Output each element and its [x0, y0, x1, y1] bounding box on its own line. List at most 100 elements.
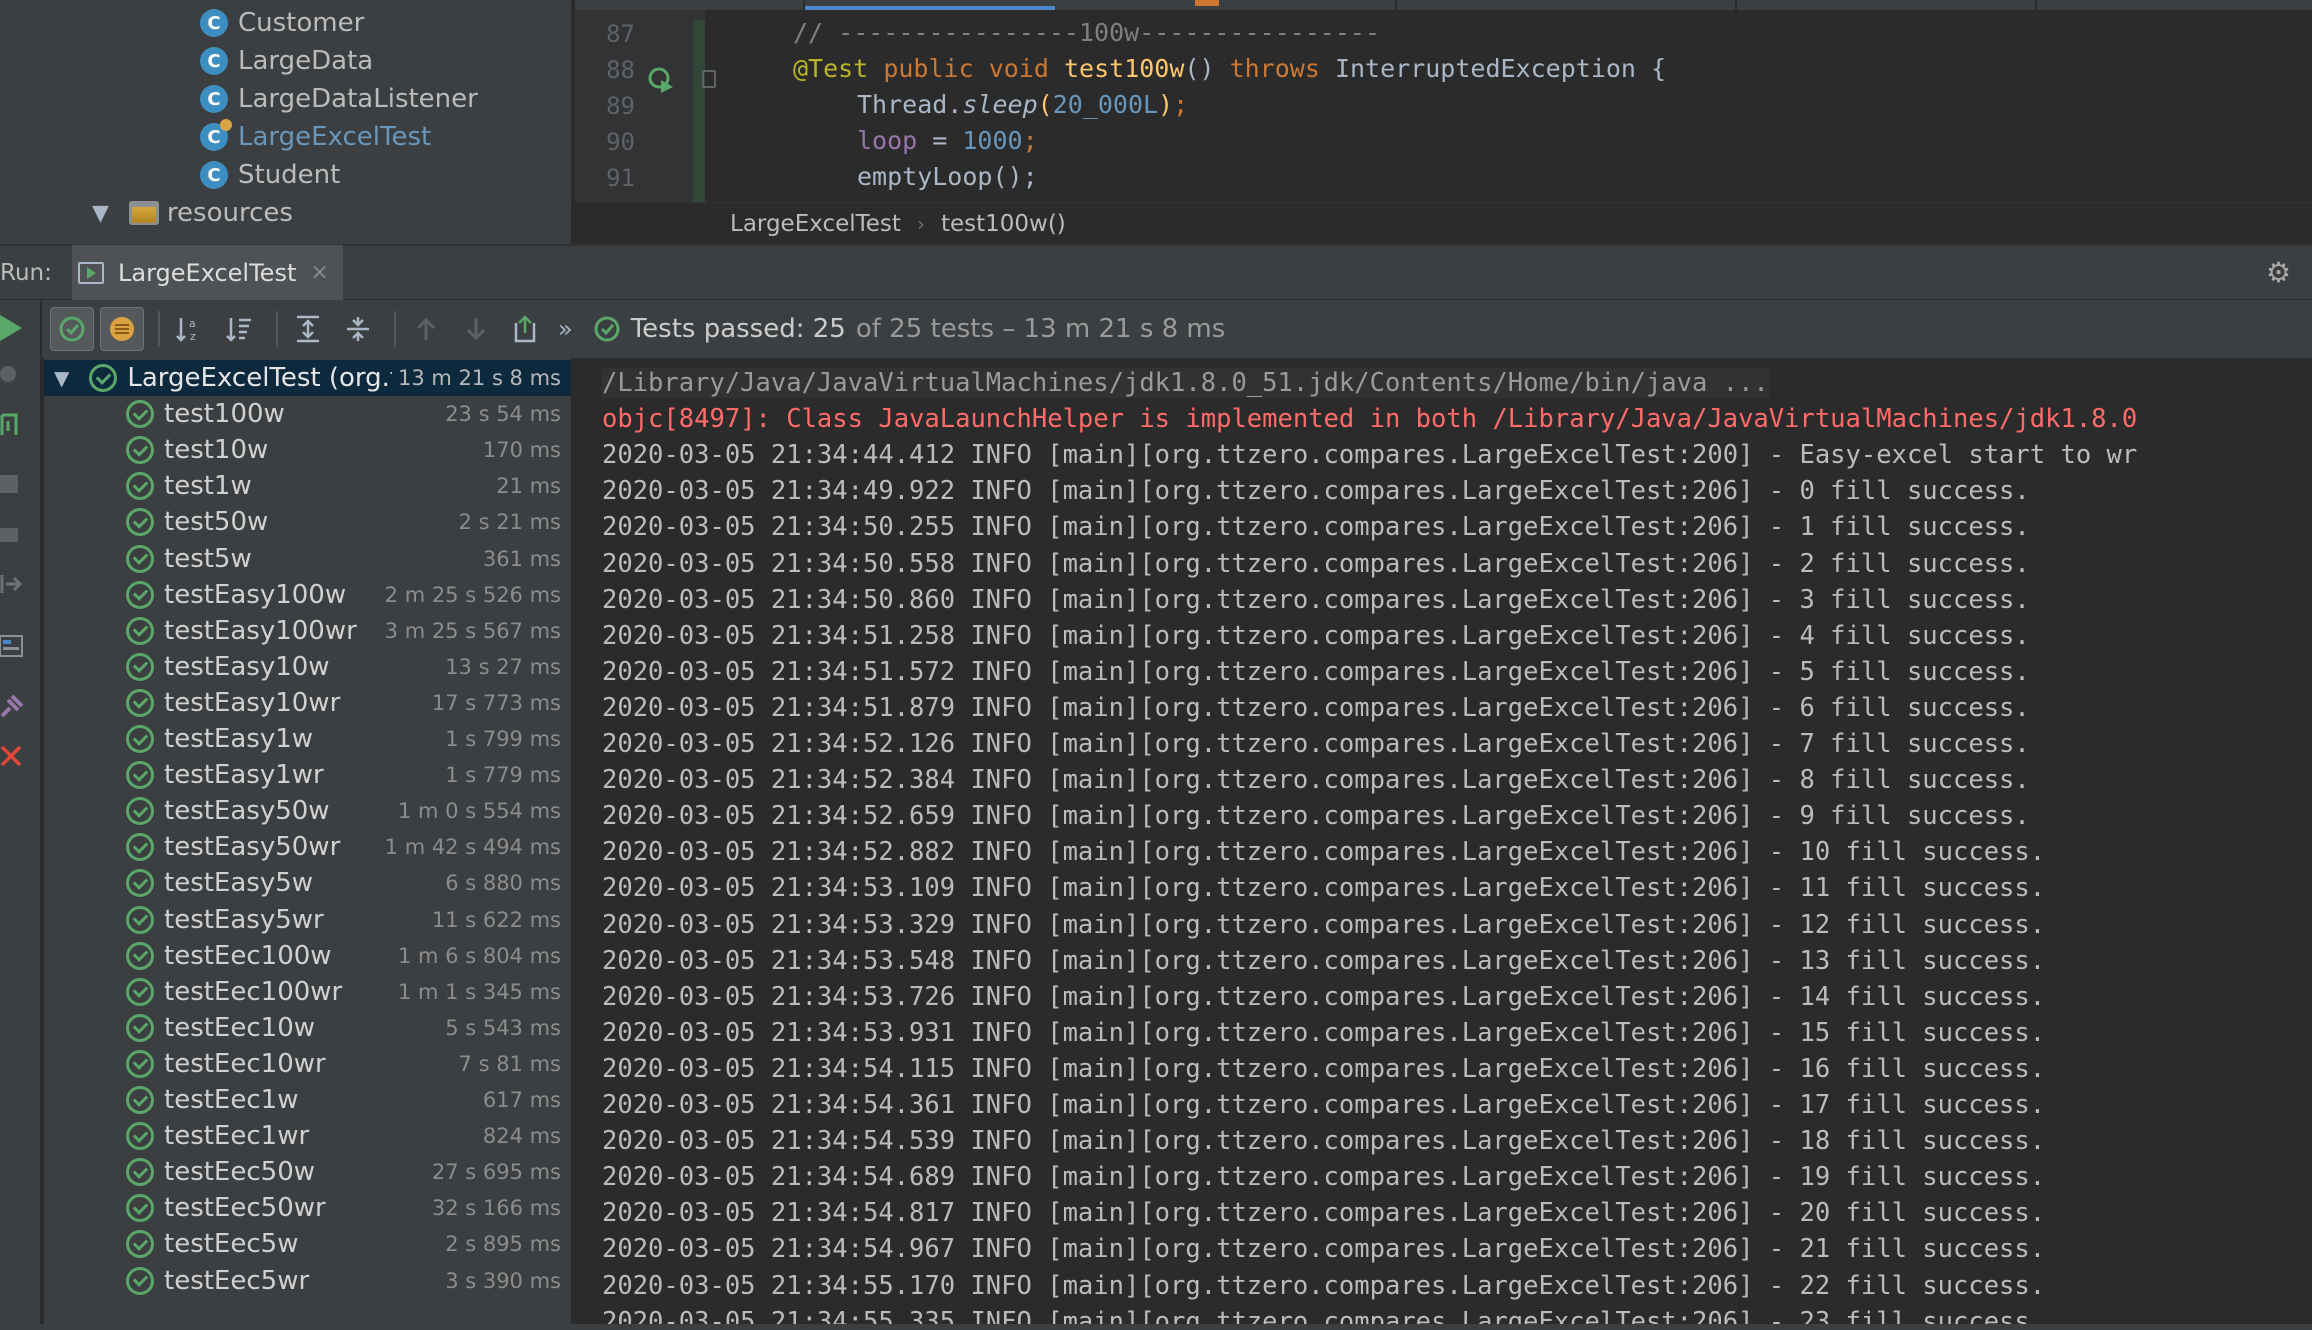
code-paren: ( — [1037, 90, 1053, 119]
rerun-failed-button[interactable] — [0, 354, 42, 394]
test-passed-icon — [126, 580, 154, 609]
class-icon: C — [200, 161, 228, 189]
test-row[interactable]: test1w 21 ms — [44, 468, 571, 504]
toggle-auto-test-button[interactable] — [0, 404, 42, 444]
test-row[interactable]: testEasy5wr 11 s 622 ms — [44, 902, 571, 938]
test-row[interactable]: testEasy50w 1 m 0 s 554 ms — [44, 793, 571, 829]
test-passed-icon — [126, 797, 154, 826]
tree-item-resources[interactable]: ▼ resources — [92, 194, 293, 232]
run-test-gutter-icon[interactable] — [647, 66, 675, 94]
test-name: testEasy10w — [164, 651, 330, 682]
test-name: testEec5w — [164, 1229, 299, 1260]
test-name: testEasy50wr — [164, 832, 341, 863]
close-icon[interactable]: × — [310, 260, 328, 285]
line-number: 91 — [606, 164, 635, 192]
tree-item-student[interactable]: C Student — [200, 156, 340, 194]
test-row[interactable]: test100w 23 s 54 ms — [44, 396, 571, 432]
test-passed-icon — [126, 544, 154, 573]
collapse-all-button[interactable] — [336, 307, 380, 351]
show-ignored-button[interactable] — [100, 307, 144, 351]
test-row[interactable]: testEec100wr 1 m 1 s 345 ms — [44, 974, 571, 1010]
tree-item-customer[interactable]: C Customer — [200, 4, 364, 42]
console-line: 2020-03-05 21:34:53.109 INFO [main][org.… — [602, 873, 2046, 904]
exit-button[interactable] — [0, 564, 42, 604]
line-number: 89 — [606, 92, 635, 120]
test-name: testEec100wr — [164, 976, 343, 1007]
test-suite-row[interactable]: ▼ LargeExcelTest (org.ttz 13 m 21 s 8 ms — [44, 360, 571, 396]
test-row[interactable]: test10w 170 ms — [44, 432, 571, 468]
test-row[interactable]: testEec1w 617 ms — [44, 1082, 571, 1118]
test-row[interactable]: testEasy1w 1 s 799 ms — [44, 721, 571, 757]
tree-item-label: LargeExcelTest — [238, 122, 432, 152]
rerun-button[interactable] — [0, 308, 42, 348]
tree-item-largedata[interactable]: C LargeData — [200, 42, 373, 80]
test-row[interactable]: testEec5wr 3 s 390 ms — [44, 1263, 571, 1299]
stop-button[interactable] — [0, 464, 42, 504]
test-name: testEec10wr — [164, 1048, 326, 1079]
show-passed-button[interactable] — [50, 307, 94, 351]
test-passed-icon — [126, 1122, 154, 1151]
test-row[interactable]: testEasy100w 2 m 25 s 526 ms — [44, 577, 571, 613]
breadcrumb-class[interactable]: LargeExcelTest — [730, 211, 901, 237]
svg-text:z: z — [190, 330, 196, 343]
code-semicolon: ; — [1173, 90, 1189, 119]
tree-item-largeexceltest[interactable]: C LargeExcelTest — [200, 118, 431, 156]
test-row[interactable]: testEec50wr 32 s 166 ms — [44, 1190, 571, 1226]
gear-icon[interactable]: ⚙ — [2266, 258, 2300, 288]
test-row[interactable]: test5w 361 ms — [44, 541, 571, 577]
code-keyword: void — [988, 54, 1049, 83]
expand-all-button[interactable] — [286, 307, 330, 351]
tree-item-largedatalistener[interactable]: C LargeDataListener — [200, 80, 478, 118]
test-row[interactable]: testEasy1wr 1 s 779 ms — [44, 757, 571, 793]
code-paren: ) — [1158, 90, 1174, 119]
test-row[interactable]: testEec100w 1 m 6 s 804 ms — [44, 938, 571, 974]
test-row[interactable]: testEasy100wr 3 m 25 s 567 ms — [44, 613, 571, 649]
pin-tab-button[interactable] — [0, 686, 42, 726]
test-row[interactable]: testEec1wr 824 ms — [44, 1118, 571, 1154]
test-name: test50w — [164, 507, 269, 538]
console-line: 2020-03-05 21:34:51.879 INFO [main][org.… — [602, 692, 2030, 723]
export-results-button[interactable] — [504, 307, 548, 351]
breadcrumb-method[interactable]: test100w() — [941, 211, 1066, 237]
resources-folder-icon — [128, 201, 159, 225]
test-row[interactable]: testEec5w 2 s 895 ms — [44, 1226, 571, 1262]
close-run-button[interactable] — [0, 736, 42, 776]
next-failed-button[interactable] — [454, 307, 498, 351]
test-suite-name: LargeExcelTest (org.ttz — [127, 363, 424, 393]
collapse-arrow-icon[interactable]: ▼ — [54, 366, 69, 390]
test-duration: 5 s 543 ms — [445, 1015, 561, 1040]
run-config-icon — [78, 261, 104, 284]
code-text: emptyLoop(); — [857, 162, 1038, 191]
previous-failed-button[interactable] — [404, 307, 448, 351]
code-editor[interactable]: 87 88 89 90 91 // ----------------100w--… — [575, 0, 2312, 244]
class-icon: C — [200, 47, 228, 75]
project-tree-pane: C Customer C LargeData C LargeDataListen… — [0, 0, 573, 244]
test-row[interactable]: testEasy50wr 1 m 42 s 494 ms — [44, 829, 571, 865]
expand-arrow-icon[interactable]: ▼ — [92, 201, 109, 226]
run-tab-title: LargeExcelTest — [118, 258, 297, 287]
test-row[interactable]: testEec10w 5 s 543 ms — [44, 1010, 571, 1046]
fold-icon[interactable] — [702, 70, 716, 88]
test-passed-icon — [126, 941, 154, 970]
more-actions-chevron[interactable]: » — [558, 315, 573, 343]
code-annotation: @Test — [793, 54, 869, 83]
run-config-tab[interactable]: LargeExcelTest × — [72, 244, 343, 301]
test-row[interactable]: testEec50w 27 s 695 ms — [44, 1154, 571, 1190]
dump-threads-button[interactable] — [0, 514, 42, 554]
sort-by-duration-button[interactable] — [218, 307, 262, 351]
test-row[interactable]: test50w 2 s 21 ms — [44, 504, 571, 540]
editor-tab-bar[interactable] — [575, 0, 2312, 10]
test-row[interactable]: testEec10wr 7 s 81 ms — [44, 1046, 571, 1082]
console-output[interactable]: /Library/Java/JavaVirtualMachines/jdk1.8… — [575, 358, 2312, 1330]
test-name: testEasy1w — [164, 724, 314, 754]
sort-alphabetically-button[interactable]: az — [168, 307, 212, 351]
test-passed-icon — [126, 1158, 154, 1187]
test-row[interactable]: testEasy10w 13 s 27 ms — [44, 649, 571, 685]
test-row[interactable]: testEasy5w 6 s 880 ms — [44, 865, 571, 901]
console-line: 2020-03-05 21:34:51.258 INFO [main][org.… — [602, 620, 2030, 651]
pin-icon — [0, 694, 24, 718]
line-number: 87 — [606, 20, 635, 48]
test-name: testEec5wr — [164, 1265, 310, 1296]
test-row[interactable]: testEasy10wr 17 s 773 ms — [44, 685, 571, 721]
layout-button[interactable] — [0, 626, 42, 666]
